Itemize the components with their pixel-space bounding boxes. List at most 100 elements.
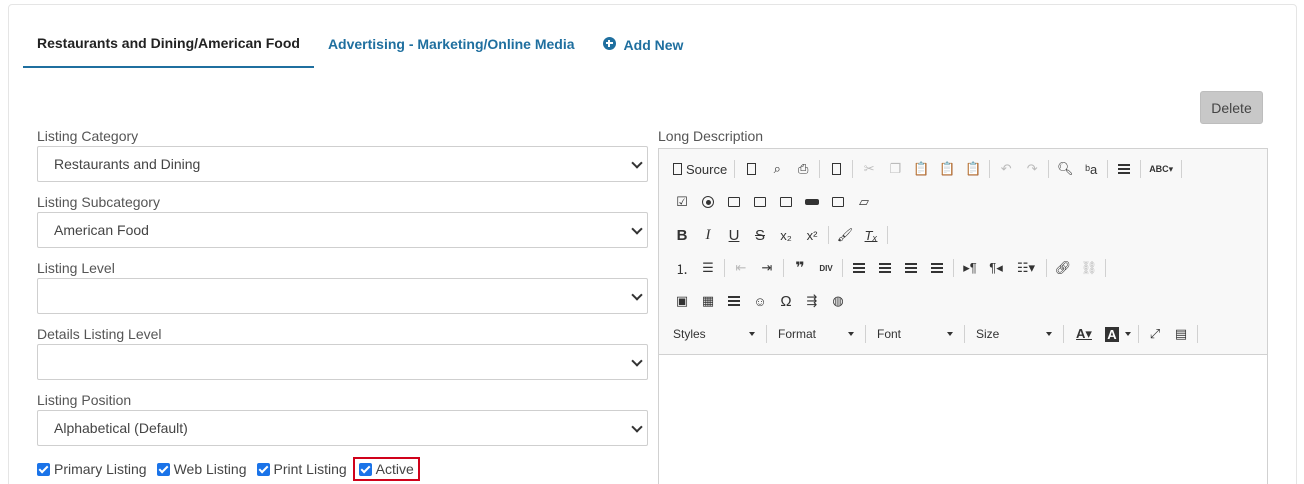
cut-button[interactable]: ✂ xyxy=(856,157,882,181)
paste-text-icon: 📋 xyxy=(939,161,956,176)
align-center-button[interactable] xyxy=(872,256,898,280)
create-div-button[interactable]: DIV xyxy=(813,256,839,280)
form-checkbox-button[interactable]: ☑ xyxy=(669,190,695,214)
print-button[interactable]: ⎙ xyxy=(790,157,816,181)
size-dropdown[interactable]: Size xyxy=(968,322,1060,346)
paste-text-button[interactable]: 📋 xyxy=(934,157,960,181)
align-right-button[interactable] xyxy=(898,256,924,280)
chevron-down-icon xyxy=(631,289,643,301)
spellcheck-button[interactable]: ABC▾ xyxy=(1144,157,1178,181)
form-textarea-button[interactable] xyxy=(747,190,773,214)
new-page-button[interactable] xyxy=(738,157,764,181)
smiley-button[interactable]: ☺ xyxy=(747,289,773,313)
form-select-button[interactable] xyxy=(773,190,799,214)
checkbox-checked-icon[interactable] xyxy=(37,462,50,476)
page-break-button[interactable]: ⇶ xyxy=(799,289,825,313)
maximize-icon: ⤢ xyxy=(1149,326,1161,341)
tab-restaurants-american-food[interactable]: Restaurants and Dining/American Food xyxy=(23,20,314,68)
text-color-button[interactable]: A▾ xyxy=(1067,322,1101,346)
selected-value: Restaurants and Dining xyxy=(54,156,201,172)
rtl-button[interactable]: ¶◂ xyxy=(983,256,1009,280)
remove-format-button[interactable]: Tₓ xyxy=(858,223,884,247)
tab-label: Advertising - Marketing/Online Media xyxy=(327,36,575,52)
find-button[interactable]: 🔍︎ xyxy=(1052,157,1078,181)
form-textfield-button[interactable] xyxy=(721,190,747,214)
iframe-button[interactable]: ◍ xyxy=(825,289,851,313)
preview-button[interactable]: ⌕ xyxy=(764,157,790,181)
special-char-button[interactable]: Ω xyxy=(773,289,799,313)
underline-button[interactable]: U xyxy=(721,223,747,247)
caret-down-icon xyxy=(1046,332,1052,336)
add-new-tab[interactable]: Add New xyxy=(589,20,698,68)
separator xyxy=(852,160,854,178)
preview-icon: ⌕ xyxy=(773,161,781,176)
form-imagebutton-button[interactable] xyxy=(825,190,851,214)
italic-icon: I xyxy=(705,226,711,243)
primary-listing-checkbox[interactable]: Primary Listing xyxy=(37,461,147,477)
listing-category-select[interactable]: Restaurants and Dining xyxy=(37,146,648,182)
indent-button[interactable]: ⇥ xyxy=(754,256,780,280)
align-left-button[interactable] xyxy=(846,256,872,280)
copy-format-button[interactable]: 🖌 xyxy=(832,223,858,247)
link-button[interactable]: 🔗︎ xyxy=(1050,256,1076,280)
background-color-button[interactable]: A xyxy=(1101,322,1135,346)
source-button[interactable]: Source xyxy=(669,157,731,181)
checkbox-checked-icon[interactable] xyxy=(358,462,372,476)
separator xyxy=(887,226,888,244)
font-dropdown[interactable]: Font xyxy=(869,322,961,346)
subscript-button[interactable]: x₂ xyxy=(773,223,799,247)
text-color-icon: A▾ xyxy=(1076,326,1092,341)
form-hidden-button[interactable]: ▱ xyxy=(851,190,877,214)
redo-button[interactable]: ↷ xyxy=(1019,157,1045,181)
format-dropdown[interactable]: Format xyxy=(770,322,862,346)
web-listing-checkbox[interactable]: Web Listing xyxy=(156,461,247,477)
styles-dropdown[interactable]: Styles xyxy=(665,322,763,346)
superscript-button[interactable]: x² xyxy=(799,223,825,247)
horizontal-rule-button[interactable] xyxy=(721,289,747,313)
italic-button[interactable]: I xyxy=(695,223,721,247)
chevron-down-icon xyxy=(631,421,643,433)
templates-button[interactable] xyxy=(823,157,849,181)
form-radio-button[interactable] xyxy=(695,190,721,214)
bold-button[interactable]: B xyxy=(669,223,695,247)
separator xyxy=(1197,325,1198,343)
maximize-button[interactable]: ⤢ xyxy=(1142,322,1168,346)
copy-button[interactable]: ❐ xyxy=(882,157,908,181)
active-checkbox[interactable]: Active xyxy=(352,457,420,481)
undo-button[interactable]: ↶ xyxy=(993,157,1019,181)
strike-button[interactable]: S xyxy=(747,223,773,247)
paste-word-icon: 📋 xyxy=(965,161,982,176)
numbered-list-button[interactable]: ⒈ xyxy=(669,256,695,280)
language-button[interactable]: ☷▾ xyxy=(1009,256,1043,280)
paste-button[interactable]: 📋 xyxy=(908,157,934,181)
ltr-button[interactable]: ▸¶ xyxy=(957,256,983,280)
listing-subcategory-select[interactable]: American Food xyxy=(37,212,648,248)
image-button[interactable]: ▣ xyxy=(669,289,695,313)
image-icon: ▣ xyxy=(675,293,689,308)
details-listing-level-select[interactable] xyxy=(37,344,648,380)
bulleted-list-button[interactable]: ☰ xyxy=(695,256,721,280)
undo-icon: ↶ xyxy=(1000,161,1012,176)
listing-level-select[interactable] xyxy=(37,278,648,314)
table-button[interactable]: ▦ xyxy=(695,289,721,313)
delete-button[interactable]: Delete xyxy=(1200,91,1263,124)
show-blocks-button[interactable]: ▤ xyxy=(1168,322,1194,346)
blockquote-button[interactable]: ❞ xyxy=(787,256,813,280)
replace-button[interactable]: ᵇa xyxy=(1078,157,1104,181)
editor-content-area[interactable] xyxy=(659,355,1267,484)
outdent-button[interactable]: ⇤ xyxy=(728,256,754,280)
listing-position-select[interactable]: Alphabetical (Default) xyxy=(37,410,648,446)
print-listing-checkbox[interactable]: Print Listing xyxy=(256,461,347,477)
search-icon: 🔍︎ xyxy=(1056,161,1074,176)
table-icon: ▦ xyxy=(701,293,715,308)
unlink-button[interactable]: ⛓ xyxy=(1076,256,1102,280)
paste-word-button[interactable]: 📋 xyxy=(960,157,986,181)
justify-button[interactable] xyxy=(924,256,950,280)
tab-advertising-online-media[interactable]: Advertising - Marketing/Online Media xyxy=(314,20,589,68)
toolbar-row-6: Styles Format Font Size A▾ A ⤢ ▤ xyxy=(665,322,1201,346)
select-all-button[interactable] xyxy=(1111,157,1137,181)
checkbox-checked-icon[interactable] xyxy=(156,462,170,476)
button-icon xyxy=(805,199,819,205)
checkbox-checked-icon[interactable] xyxy=(256,462,270,476)
form-button-button[interactable] xyxy=(799,190,825,214)
